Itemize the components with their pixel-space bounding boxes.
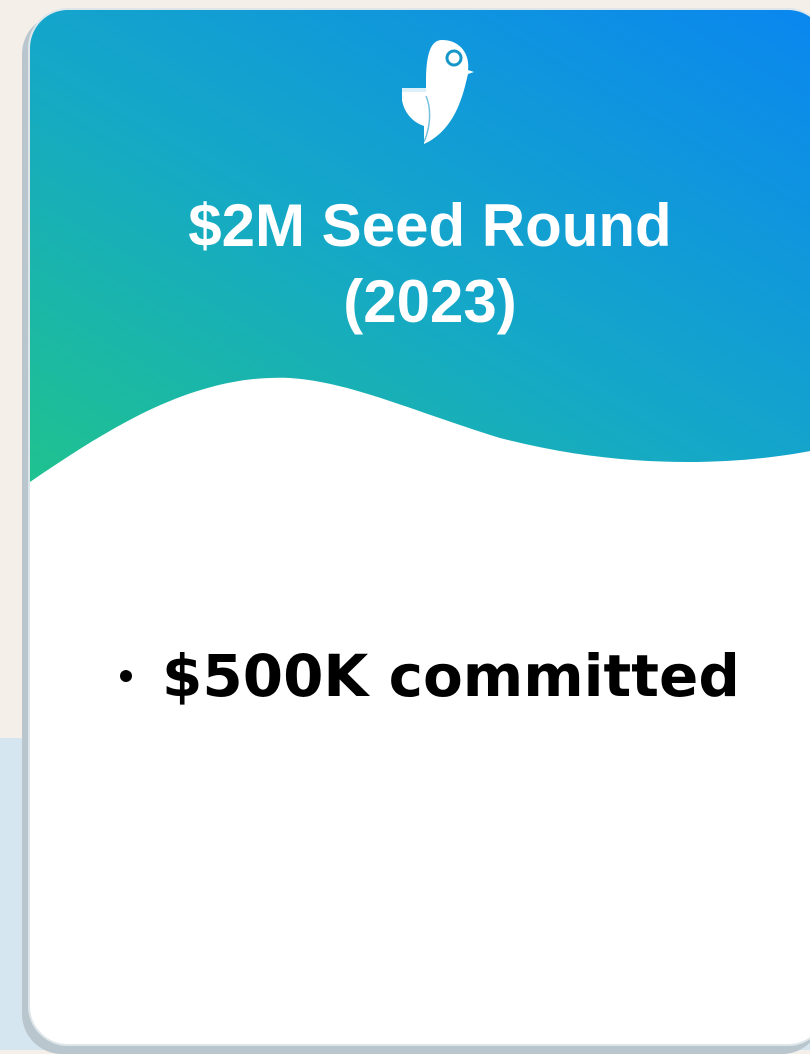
bullet-text: $500K committed	[162, 642, 740, 710]
slide-title-line1: $2M Seed Round	[188, 192, 672, 259]
bird-logo-icon	[402, 40, 474, 144]
bullet-dot-icon	[120, 670, 132, 682]
list-item: $500K committed	[110, 638, 810, 714]
slide-title-line2: (2023)	[343, 268, 517, 335]
slide-title: $2M Seed Round (2023)	[30, 188, 810, 340]
slide-card: $2M Seed Round (2023) $500K committed	[28, 8, 810, 1046]
bullet-list: $500K committed	[110, 638, 810, 714]
